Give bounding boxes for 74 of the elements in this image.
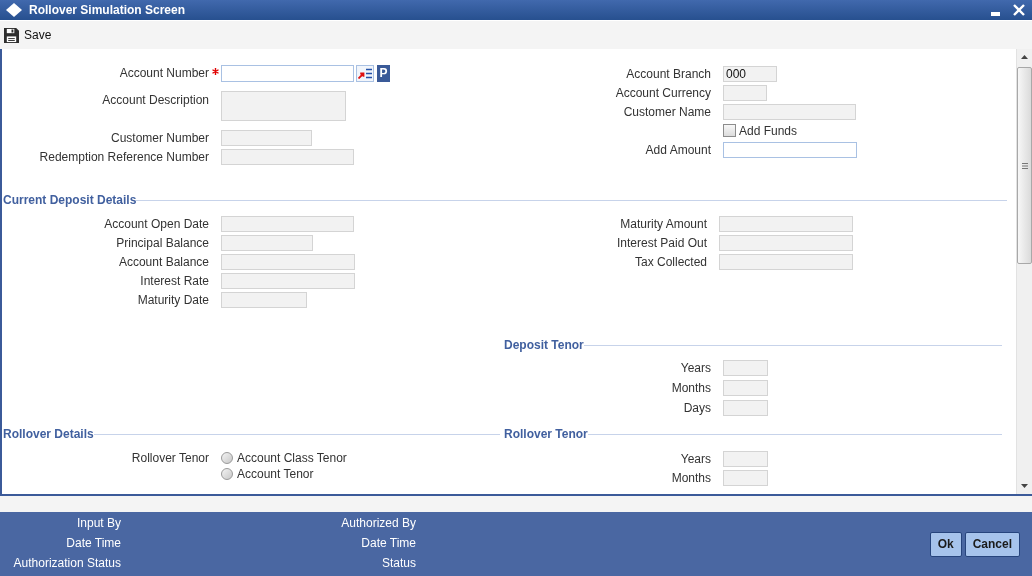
- field-label: Principal Balance: [116, 235, 209, 250]
- checkbox[interactable]: [723, 124, 736, 137]
- field-label: Add Amount: [645, 142, 711, 157]
- field-label: Account Currency: [615, 85, 711, 100]
- field-label: Account Open Date: [104, 216, 209, 231]
- radio-label: Account Tenor: [237, 467, 314, 481]
- field-label: Months: [671, 470, 711, 485]
- field-label: Customer Number: [110, 131, 209, 145]
- down-arrow-icon: [1021, 484, 1028, 488]
- checkbox-label: Add Funds: [739, 123, 798, 138]
- field-label: Tax Collected: [634, 254, 707, 269]
- ok-button[interactable]: Ok: [929, 531, 962, 557]
- section-title: Deposit Tenor: [504, 338, 584, 352]
- text-field[interactable]: [221, 64, 354, 82]
- up-arrow-icon: [1021, 55, 1028, 59]
- section-title: Rollover Details: [3, 427, 94, 441]
- field-label: Maturity Amount: [620, 216, 707, 231]
- read-only-field[interactable]: [221, 215, 354, 232]
- minimize-icon: [991, 12, 1000, 16]
- audit-label: Authorized By: [341, 516, 416, 530]
- field-label: Years: [680, 451, 711, 466]
- radio-button[interactable]: [221, 452, 233, 464]
- read-only-field[interactable]: [221, 149, 354, 165]
- read-only-field[interactable]: [221, 130, 312, 146]
- audit-label: Status: [381, 556, 416, 570]
- read-only-field[interactable]: [723, 450, 768, 467]
- p-button[interactable]: P: [377, 64, 390, 82]
- audit-label: Date Time: [361, 536, 416, 550]
- field-label: Account Branch: [626, 66, 711, 81]
- field-label: Interest Rate: [140, 273, 209, 288]
- diamond-icon: [6, 3, 22, 17]
- audit-label: Input By: [76, 516, 121, 530]
- save-button[interactable]: Save: [4, 27, 52, 43]
- section-title: Current Deposit Details: [3, 193, 137, 207]
- close-icon: [1013, 4, 1025, 16]
- cancel-button[interactable]: Cancel: [964, 531, 1020, 557]
- read-only-field[interactable]: [221, 291, 307, 308]
- field-label: Months: [671, 381, 711, 395]
- close-button[interactable]: [1013, 4, 1025, 16]
- read-only-field[interactable]: [723, 380, 768, 396]
- field-label: Customer Name: [623, 104, 711, 119]
- field-label: Days: [683, 401, 711, 415]
- read-only-field[interactable]: [723, 400, 768, 416]
- field-label: Account Description: [102, 93, 209, 107]
- lookup-button[interactable]: [356, 64, 374, 82]
- read-only-field[interactable]: [719, 215, 853, 232]
- read-only-field[interactable]: [719, 234, 853, 251]
- read-only-field[interactable]: [221, 234, 313, 251]
- read-only-field[interactable]: [719, 253, 853, 270]
- audit-label: Date Time: [66, 536, 121, 550]
- scrollbar-thumb[interactable]: [1017, 67, 1032, 264]
- audit-label: Authorization Status: [13, 556, 121, 570]
- field-label: Interest Paid Out: [616, 235, 707, 250]
- text-area[interactable]: [221, 91, 346, 121]
- field-label: Redemption Reference Number: [39, 150, 209, 164]
- list-arrow-icon: [358, 67, 372, 79]
- read-only-field[interactable]: [723, 84, 767, 101]
- field-label: Rollover Tenor: [131, 451, 209, 465]
- read-only-field[interactable]: [221, 272, 355, 289]
- field-label: Years: [680, 361, 711, 375]
- read-only-field[interactable]: [723, 103, 856, 120]
- radio-label: Account Class Tenor: [237, 451, 347, 465]
- read-only-field[interactable]: [723, 360, 768, 376]
- read-only-field[interactable]: [221, 253, 355, 270]
- field-label: Account Balance: [118, 254, 209, 269]
- field-label: Maturity Date: [137, 292, 209, 307]
- section-title: Rollover Tenor: [504, 427, 588, 441]
- text-field[interactable]: [723, 141, 857, 158]
- window-title: Rollover Simulation Screen: [29, 3, 186, 17]
- read-only-field[interactable]: [723, 469, 768, 486]
- grip-icon: [1021, 162, 1028, 169]
- radio-button[interactable]: [221, 468, 233, 480]
- read-only-field[interactable]: 000: [723, 65, 777, 82]
- field-label: Account Number: [119, 66, 209, 80]
